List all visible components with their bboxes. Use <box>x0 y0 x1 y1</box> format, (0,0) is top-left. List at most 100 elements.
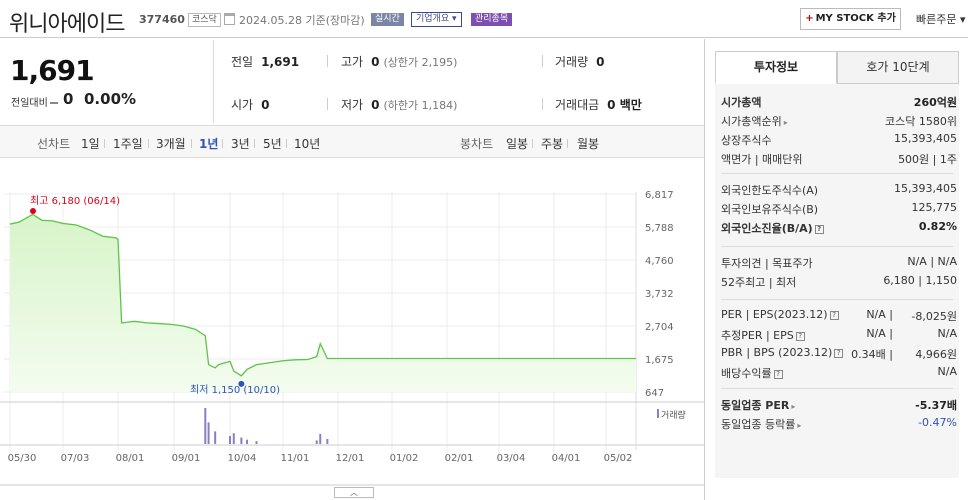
corp-overview-dropdown[interactable]: 기업개요 ▾ <box>411 12 462 27</box>
add-mystock-button[interactable]: + MY STOCK 추가 <box>800 8 901 30</box>
admin-issue-badge: 관리종목 <box>470 12 514 27</box>
volume-bar <box>319 433 322 444</box>
stock-name: 위니아에이드 <box>9 12 125 37</box>
period-1d[interactable]: 1일 <box>81 135 100 152</box>
volume-label: 거래량 <box>661 409 686 421</box>
y-tick-label: 5,788 <box>645 223 674 234</box>
invest-row-label: 외국인보유주식수(B) <box>721 203 819 216</box>
x-tick-label: 05/02 <box>604 453 633 464</box>
quick-order-button[interactable]: 빠른주문 ▾ <box>916 11 966 27</box>
invest-row-value: -8,025원 <box>911 310 957 323</box>
x-tick-label: 10/04 <box>228 453 257 464</box>
divider <box>542 98 543 110</box>
x-tick-label: 07/03 <box>61 453 90 464</box>
chevron-right-icon[interactable]: ▸ <box>791 402 795 411</box>
invest-row-label: 동일업종 PER ▸ <box>721 399 796 412</box>
stat-open: 시가 0 <box>231 98 270 112</box>
y-tick-label: 2,704 <box>645 322 674 333</box>
candle-daily[interactable]: 일봉 <box>506 135 528 152</box>
candle-monthly[interactable]: 월봉 <box>577 135 599 152</box>
divider <box>254 139 255 148</box>
volume-bar <box>246 439 249 444</box>
x-tick-label: 01/02 <box>390 453 419 464</box>
y-tick-label: 3,732 <box>645 289 674 300</box>
invest-row-value: 260억원 <box>913 96 957 109</box>
help-icon[interactable]: ? <box>795 331 805 341</box>
period-5y[interactable]: 5년 <box>263 135 282 152</box>
invest-row-value: N/A | <box>866 308 893 321</box>
invest-row-value: 코스닥 1580위 <box>885 115 957 128</box>
volume-bar <box>315 440 318 444</box>
period-1y[interactable]: 1년 <box>199 135 218 152</box>
change-value: 0 <box>63 90 74 108</box>
divider <box>327 98 328 110</box>
period-10y[interactable]: 10년 <box>294 135 320 152</box>
period-3m[interactable]: 3개월 <box>156 135 186 152</box>
x-tick-label: 02/01 <box>445 453 474 464</box>
help-icon[interactable]: ? <box>834 348 844 358</box>
volume-bar <box>207 422 210 444</box>
price-chart: 6,817 5,788 4,760 3,732 2,704 1,675 647 최고 6,1… <box>0 160 704 500</box>
volume-bar <box>232 433 235 444</box>
invest-row-value: 500원 | 1주 <box>898 153 957 166</box>
x-tick-label: 05/30 <box>8 453 37 464</box>
chart-collapse-button[interactable]: ︿ <box>334 487 374 498</box>
period-3y[interactable]: 3년 <box>231 135 250 152</box>
volume-bar <box>326 438 329 444</box>
chevron-right-icon[interactable]: ▸ <box>784 118 788 127</box>
market-badge: 코스닥 <box>188 13 221 27</box>
stat-low: 저가 0 (하한가 1,184) <box>341 98 458 112</box>
invest-row-label: 투자의견 | 목표주가 <box>721 257 813 270</box>
invest-row-label: 52주최고 | 최저 <box>721 276 797 289</box>
volume-bar <box>204 408 207 444</box>
invest-row-value: 125,775 <box>911 201 958 214</box>
stock-code: 377460 <box>139 13 185 26</box>
panel-tabs: 투자정보 호가 10단계 <box>715 51 959 84</box>
divider <box>222 139 223 148</box>
stat-volume: 거래량 0 <box>555 55 605 69</box>
candle-weekly[interactable]: 주봉 <box>541 135 563 152</box>
invest-row-label: 외국인한도주식수(A) <box>721 184 819 197</box>
volume-bar <box>240 437 243 444</box>
change-label-text: 전일대비 <box>11 98 48 109</box>
invest-row-value: 15,393,405 <box>894 182 957 195</box>
realtime-badge[interactable]: 실시간 <box>370 12 405 27</box>
tab-order-book[interactable]: 호가 10단계 <box>837 51 959 84</box>
help-icon[interactable]: ? <box>773 369 783 379</box>
x-tick-label: 09/01 <box>172 453 201 464</box>
volume-legend-swatch <box>657 409 659 418</box>
volume-bar <box>214 431 217 444</box>
divider <box>104 139 105 148</box>
chevron-right-icon[interactable]: ▸ <box>797 421 801 430</box>
invest-row-label: 배당수익률? <box>721 365 783 381</box>
flat-icon <box>49 102 58 104</box>
help-icon[interactable]: ? <box>829 310 839 320</box>
invest-row-label: PER | EPS(2023.12)? <box>721 308 839 321</box>
invest-row-value: 4,966원 <box>915 348 957 361</box>
help-icon[interactable]: ? <box>814 224 824 234</box>
candle-chart-label: 봉차트 <box>460 137 494 151</box>
price-area <box>10 214 636 392</box>
y-tick-label: 6,817 <box>645 190 674 201</box>
y-tick-label: 1,675 <box>645 355 674 366</box>
calendar-icon <box>224 13 235 25</box>
chart-period-bar: 선차트 1일 1주일 3개월 1년 3년 5년 10년 봉차트 일봉 주봉 월봉 <box>0 125 704 158</box>
invest-row-label: 외국인소진율(B/A)? <box>721 220 824 236</box>
x-tick-label: 08/01 <box>116 453 145 464</box>
tab-invest-info[interactable]: 투자정보 <box>715 51 837 84</box>
invest-row-label: 상장주식수 <box>721 134 772 147</box>
invest-row-label: 시가총액순위 ▸ <box>721 115 788 128</box>
divider <box>567 139 568 148</box>
invest-info-box: 시가총액 260억원 시가총액순위 ▸ 코스닥 1580위 상장주식수 15,393,405… <box>715 84 959 478</box>
period-1w[interactable]: 1주일 <box>113 135 143 152</box>
invest-row-value: 15,393,405 <box>894 132 957 145</box>
stock-header: 위니아에이드 377460 코스닥 2024.05.28 기준(장마감) 실시간… <box>0 0 968 38</box>
invest-row-value: -5.37배 <box>915 399 957 412</box>
divider <box>148 139 149 148</box>
stat-prev-close: 전일 1,691 <box>231 55 300 69</box>
invest-row-value: 6,180 | 1,150 <box>883 274 957 287</box>
change-percent: 0.00% <box>84 90 137 108</box>
high-label: 최고 6,180 (06/14) <box>30 195 120 207</box>
invest-row-value: N/A | <box>866 327 893 340</box>
divider <box>213 40 214 123</box>
